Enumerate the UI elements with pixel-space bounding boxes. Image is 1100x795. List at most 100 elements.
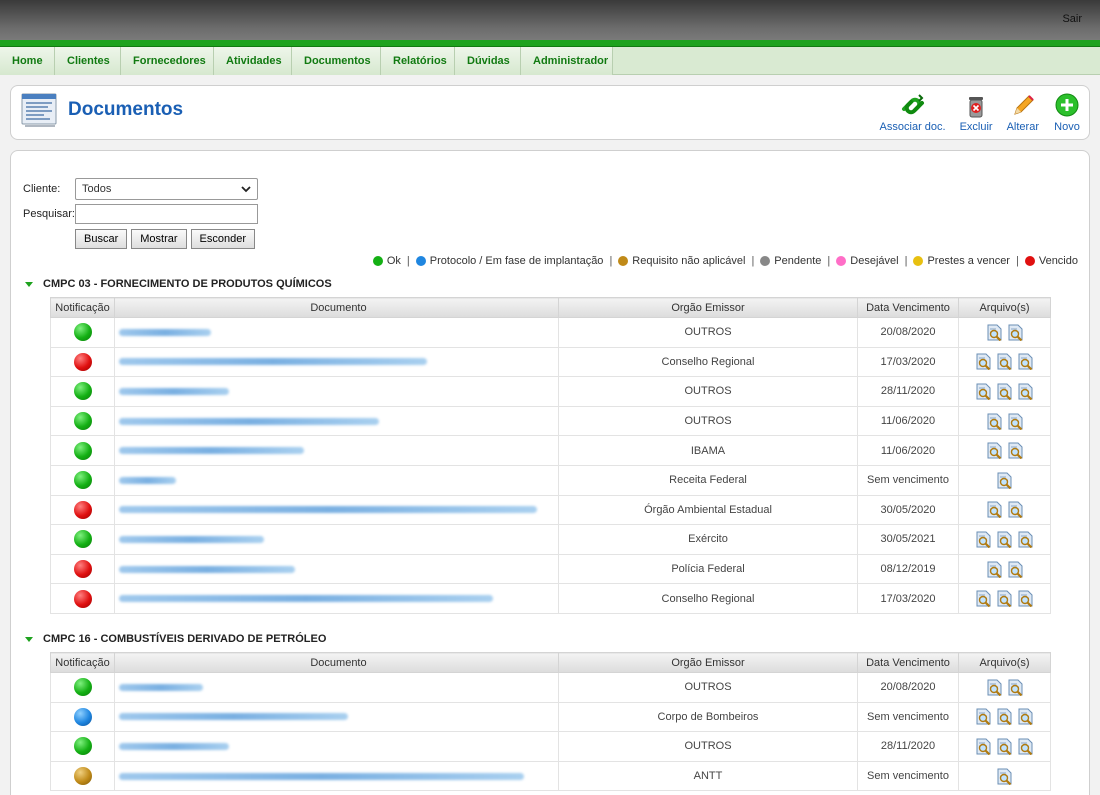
file-view-icon[interactable] — [975, 353, 992, 371]
table-row[interactable]: Polícia Federal 08/12/2019 — [50, 553, 1051, 585]
document-cell[interactable] — [114, 672, 559, 703]
collapse-triangle-icon[interactable] — [25, 636, 33, 642]
nav-item-documentos[interactable]: Documentos — [292, 47, 381, 75]
table-row[interactable]: Receita Federal Sem vencimento — [50, 464, 1051, 496]
table-row[interactable]: OUTROS 20/08/2020 — [50, 317, 1051, 348]
file-view-icon[interactable] — [1017, 353, 1034, 371]
document-link-blurred[interactable] — [119, 595, 493, 603]
table-row[interactable]: OUTROS 11/06/2020 — [50, 405, 1051, 437]
document-cell[interactable] — [114, 760, 559, 792]
document-link-blurred[interactable] — [119, 713, 348, 721]
nav-item-home[interactable]: Home — [0, 47, 55, 75]
file-view-icon[interactable] — [996, 768, 1013, 785]
file-view-icon[interactable] — [975, 708, 992, 726]
column-header-documento[interactable]: Documento — [114, 652, 559, 673]
nav-item-fornecedores[interactable]: Fornecedores — [121, 47, 214, 75]
hide-button[interactable]: Esconder — [190, 229, 256, 249]
file-view-icon[interactable] — [1007, 561, 1024, 578]
nav-item-relatorios[interactable]: Relatórios — [381, 47, 455, 75]
delete-button[interactable]: Excluir — [960, 92, 993, 133]
file-view-icon[interactable] — [975, 383, 992, 400]
file-view-icon[interactable] — [986, 501, 1003, 519]
client-select[interactable]: Todos — [75, 178, 258, 200]
document-link-blurred[interactable] — [119, 742, 229, 750]
document-link-blurred[interactable] — [119, 387, 229, 395]
table-row[interactable]: OUTROS 28/11/2020 — [50, 376, 1051, 407]
table-row[interactable]: OUTROS 28/11/2020 — [50, 731, 1051, 762]
document-cell[interactable] — [114, 435, 559, 466]
collapse-triangle-icon[interactable] — [25, 281, 33, 287]
table-row[interactable]: Órgão Ambiental Estadual 30/05/2020 — [50, 494, 1051, 526]
file-view-icon[interactable] — [996, 383, 1013, 400]
section-title[interactable]: CMPC 03 - FORNECIMENTO DE PRODUTOS QUÍMI… — [25, 277, 1051, 291]
column-header-orgao[interactable]: Orgão Emissor — [558, 652, 858, 673]
nav-item-atividades[interactable]: Atividades — [214, 47, 292, 75]
file-view-icon[interactable] — [986, 442, 1003, 460]
edit-button[interactable]: Alterar — [1007, 92, 1039, 133]
file-view-icon[interactable] — [986, 324, 1003, 341]
new-button[interactable]: Novo — [1053, 92, 1081, 133]
document-cell[interactable] — [114, 346, 559, 378]
column-header-orgao[interactable]: Orgão Emissor — [558, 297, 858, 318]
file-view-icon[interactable] — [996, 590, 1013, 608]
file-view-icon[interactable] — [1017, 383, 1034, 400]
file-view-icon[interactable] — [1007, 324, 1024, 341]
file-view-icon[interactable] — [996, 708, 1013, 726]
column-header-data[interactable]: Data Vencimento — [857, 652, 959, 673]
file-view-icon[interactable] — [975, 738, 992, 755]
file-view-icon[interactable] — [986, 561, 1003, 578]
file-view-icon[interactable] — [996, 531, 1013, 548]
search-input[interactable] — [75, 204, 258, 224]
document-link-blurred[interactable] — [119, 772, 524, 780]
table-row[interactable]: IBAMA 11/06/2020 — [50, 435, 1051, 466]
file-view-icon[interactable] — [1017, 590, 1034, 608]
column-header-arquivos[interactable]: Arquivo(s) — [958, 297, 1051, 318]
document-link-blurred[interactable] — [119, 417, 379, 425]
table-row[interactable]: Conselho Regional 17/03/2020 — [50, 346, 1051, 378]
file-view-icon[interactable] — [1007, 413, 1024, 430]
document-cell[interactable] — [114, 553, 559, 585]
logout-link[interactable]: Sair — [1062, 13, 1082, 25]
file-view-icon[interactable] — [1017, 708, 1034, 726]
document-cell[interactable] — [114, 494, 559, 526]
document-cell[interactable] — [114, 731, 559, 762]
file-view-icon[interactable] — [996, 353, 1013, 371]
file-view-icon[interactable] — [1017, 738, 1034, 755]
column-header-notificacao[interactable]: Notificação — [50, 652, 115, 673]
nav-item-clientes[interactable]: Clientes — [55, 47, 121, 75]
file-view-icon[interactable] — [1007, 501, 1024, 519]
file-view-icon[interactable] — [996, 738, 1013, 755]
document-cell[interactable] — [114, 405, 559, 437]
table-row[interactable]: Corpo de Bombeiros Sem vencimento — [50, 701, 1051, 733]
column-header-documento[interactable]: Documento — [114, 297, 559, 318]
document-cell[interactable] — [114, 376, 559, 407]
document-cell[interactable] — [114, 464, 559, 496]
document-link-blurred[interactable] — [119, 476, 177, 484]
search-button[interactable]: Buscar — [75, 229, 128, 249]
document-link-blurred[interactable] — [119, 535, 265, 543]
table-row[interactable]: Exército 30/05/2021 — [50, 524, 1051, 555]
file-view-icon[interactable] — [1007, 442, 1024, 460]
document-cell[interactable] — [114, 701, 559, 733]
document-link-blurred[interactable] — [119, 328, 212, 336]
file-view-icon[interactable] — [975, 590, 992, 608]
table-row[interactable]: Conselho Regional 17/03/2020 — [50, 583, 1051, 614]
table-row[interactable]: ANTT Sem vencimento — [50, 760, 1051, 792]
document-link-blurred[interactable] — [119, 683, 203, 691]
associate-document-button[interactable]: Associar doc. — [880, 92, 946, 133]
nav-item-duvidas[interactable]: Dúvidas — [455, 47, 521, 75]
table-row[interactable]: OUTROS 20/08/2020 — [50, 672, 1051, 703]
document-link-blurred[interactable] — [119, 565, 295, 573]
file-view-icon[interactable] — [1007, 679, 1024, 696]
document-link-blurred[interactable] — [119, 358, 427, 366]
document-cell[interactable] — [114, 583, 559, 614]
show-button[interactable]: Mostrar — [131, 229, 187, 249]
nav-item-administrador[interactable]: Administrador — [521, 47, 613, 75]
file-view-icon[interactable] — [1017, 531, 1034, 548]
document-cell[interactable] — [114, 524, 559, 555]
file-view-icon[interactable] — [986, 679, 1003, 696]
file-view-icon[interactable] — [996, 472, 1013, 489]
column-header-arquivos[interactable]: Arquivo(s) — [958, 652, 1051, 673]
file-view-icon[interactable] — [986, 413, 1003, 430]
section-title[interactable]: CMPC 16 - COMBUSTÍVEIS DERIVADO DE PETRÓ… — [25, 632, 1051, 646]
